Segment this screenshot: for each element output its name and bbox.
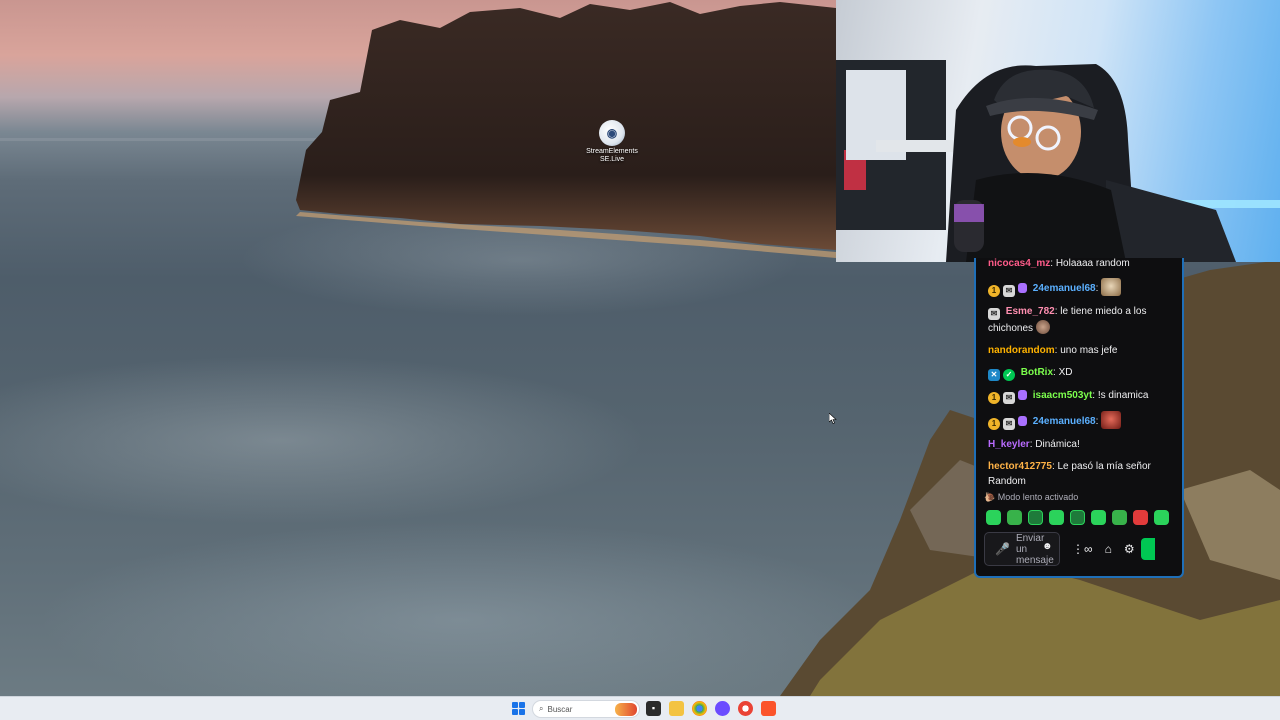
chat-username[interactable]: hector412775 (988, 461, 1052, 472)
chat-username[interactable]: nandorandom (988, 345, 1055, 356)
cat-emote-icon (1101, 278, 1122, 296)
chat-message: hector412775: Le pasó la mía señor Rando… (988, 461, 1151, 487)
sub-gift-badge-icon[interactable] (1018, 416, 1027, 426)
mouse-cursor-icon (829, 413, 837, 424)
share-icon[interactable]: ⋮∞ (1072, 542, 1093, 556)
search-icon: ⌕ (539, 704, 544, 713)
streamelements-icon: ◉ (599, 120, 625, 146)
cliff-rock (296, 2, 836, 258)
grey-badge-icon[interactable]: ✉ (1003, 392, 1015, 404)
chat-text: !s dinamica (1097, 390, 1149, 401)
chat-message: 1 ✉ 24emanuel68: (988, 411, 1176, 430)
gold-badge-icon[interactable]: 1 (988, 418, 1000, 430)
chat-text: uno mas jefe (1060, 345, 1118, 356)
chat-username[interactable]: BotRix (1021, 367, 1053, 378)
chrome-profile-icon[interactable] (738, 701, 753, 716)
emote-icon[interactable] (986, 510, 1001, 525)
gold-badge-icon[interactable]: 1 (988, 285, 1000, 297)
chat-message: nandorandom: uno mas jefe (988, 345, 1118, 356)
microphone-icon[interactable]: 🎤 (995, 542, 1010, 556)
chat-input[interactable]: 🎤 Enviar un mensaje ☻ (984, 532, 1060, 566)
webcam-scene (836, 60, 1280, 262)
chat-username[interactable]: H_keyler (988, 439, 1030, 450)
grey-badge-icon[interactable]: ✉ (988, 308, 1000, 320)
brave-browser-icon[interactable] (761, 701, 776, 716)
shortcut-label-line2: SE.Live (599, 156, 625, 163)
emote-icon[interactable] (1049, 510, 1064, 525)
send-button[interactable] (1140, 538, 1155, 560)
gear-icon[interactable]: ⚙ (1124, 542, 1135, 556)
chat-text: XD (1058, 367, 1073, 378)
windows-start-icon[interactable] (512, 702, 525, 715)
chrome-icon[interactable] (692, 701, 707, 716)
slow-mode-icon: 🐌 (984, 492, 996, 502)
sub-gift-badge-icon[interactable] (1018, 283, 1027, 293)
chat-message: ✕ ✓ BotRix: XD (988, 365, 1176, 381)
emote-icon[interactable] (1091, 510, 1106, 525)
grey-badge-icon[interactable]: ✉ (1003, 418, 1015, 430)
gold-badge-icon[interactable]: 1 (988, 392, 1000, 404)
webcam-overlay (836, 0, 1280, 262)
slow-mode-text: Modo lento activado (997, 492, 1079, 502)
chat-tools: ⋮∞ ⌂ ⚙ (1072, 542, 1135, 556)
emote-icon[interactable] (1070, 510, 1085, 525)
shortcut-label-line1: StreamElements (586, 148, 638, 155)
chat-message: 1 ✉ isaacm503yt: !s dinamica (988, 388, 1176, 404)
taskbar-search-placeholder: Buscar (547, 704, 573, 714)
chat-username[interactable]: 24emanuel68 (1033, 283, 1096, 294)
face-emote-icon (1101, 411, 1122, 429)
chat-username[interactable]: isaacm503yt (1033, 390, 1093, 401)
chat-text: Holaaaa random (1055, 258, 1130, 269)
emote-icon[interactable] (1028, 510, 1043, 525)
bot-badge-icon[interactable]: ✕ (988, 369, 1000, 381)
chat-username[interactable]: nicocas4_mz (988, 258, 1050, 269)
taskbar-search[interactable]: ⌕ Buscar (532, 700, 640, 718)
chat-input-row: 🎤 Enviar un mensaje ☻ ⋮∞ ⌂ ⚙ (984, 532, 1182, 566)
slow-mode-notice: 🐌 Modo lento activado (984, 492, 1078, 503)
chat-username[interactable]: Esme_782 (1006, 306, 1055, 317)
small-emote-icon (1035, 320, 1050, 334)
chat-message: 1 ✉ 24emanuel68: (988, 278, 1176, 297)
chat-username[interactable]: 24emanuel68 (1033, 416, 1096, 427)
streamelements-shortcut[interactable]: ◉ StreamElements SE.Live (586, 120, 638, 164)
chat-text: Dinámica! (1035, 439, 1080, 450)
task-view-icon[interactable]: ▪ (646, 701, 661, 716)
emoji-picker-icon[interactable]: ☻ (1042, 541, 1053, 552)
emote-icon[interactable] (1154, 510, 1169, 525)
store-icon[interactable]: ⌂ (1105, 542, 1112, 556)
emote-icon[interactable] (1007, 510, 1022, 525)
grey-badge-icon[interactable]: ✉ (1003, 285, 1015, 297)
verified-badge-icon[interactable]: ✓ (1003, 369, 1015, 381)
emote-icon[interactable] (1133, 510, 1148, 525)
chat-panel: nicocas4_mz: Holaaaa random 1 ✉ 24emanuel… (974, 258, 1184, 578)
taskbar: ⌕ Buscar ▪ (0, 696, 1280, 720)
chat-message: nicocas4_mz: Holaaaa random (988, 258, 1130, 269)
emote-icon[interactable] (1112, 510, 1127, 525)
chat-message: H_keyler: Dinámica! (988, 439, 1080, 450)
chat-message: ✉ Esme_782: le tiene miedo a los chichon… (988, 306, 1147, 334)
taskbar-apps: ▪ (646, 701, 776, 716)
chat-messages: nicocas4_mz: Holaaaa random 1 ✉ 24emanuel… (988, 258, 1176, 496)
sub-gift-badge-icon[interactable] (1018, 390, 1027, 400)
file-explorer-icon[interactable] (669, 701, 684, 716)
search-highlight-icon (615, 703, 637, 716)
emote-bar (986, 510, 1169, 525)
messenger-icon[interactable] (715, 701, 730, 716)
